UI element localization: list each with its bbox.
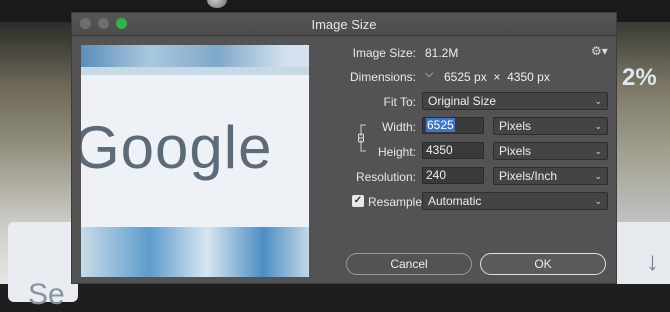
- background-canvas-left: Se: [0, 22, 78, 311]
- settings-gear-icon[interactable]: ⚙▾: [591, 44, 608, 58]
- image-size-label: Image Size:: [352, 46, 416, 60]
- dimensions-value: 6525 px × 4350 px: [444, 70, 550, 84]
- cancel-button[interactable]: Cancel: [346, 253, 472, 275]
- preview-google-text: Google: [81, 114, 273, 181]
- width-value: 6525: [426, 118, 455, 132]
- preview-top-strip: [81, 45, 309, 67]
- dimensions-label: Dimensions:: [349, 70, 416, 84]
- dialog-titlebar: Image Size: [72, 13, 616, 36]
- height-value: 4350: [426, 143, 453, 157]
- width-unit-value: Pixels: [499, 119, 532, 133]
- resolution-unit-select[interactable]: Pixels/Inch ⌄: [493, 167, 608, 185]
- dimensions-height: 4350: [507, 70, 534, 84]
- fit-to-select[interactable]: Original Size ⌄: [422, 92, 608, 110]
- resample-value: Automatic: [428, 194, 482, 208]
- dimensions-height-unit: px: [537, 70, 550, 84]
- background-canvas-right: 2% ↓: [616, 22, 670, 284]
- resample-checkbox[interactable]: ✓: [352, 195, 364, 207]
- resolution-label: Resolution:: [355, 170, 416, 184]
- width-label: Width:: [381, 120, 416, 134]
- background-search-text: Se: [28, 278, 65, 311]
- dimensions-width-unit: px: [474, 70, 487, 84]
- image-size-dialog: Image Size Google ⚙▾ Image Size: 81.2M D…: [71, 12, 617, 284]
- fit-to-value: Original Size: [428, 94, 497, 108]
- chevron-down-icon: ⌄: [594, 146, 602, 156]
- dimensions-width: 6525: [444, 70, 471, 84]
- background-percent-text: 2%: [622, 64, 657, 91]
- height-label: Height:: [377, 145, 416, 159]
- chevron-down-icon: ⌄: [594, 121, 602, 131]
- image-size-value: 81.2M: [425, 46, 459, 60]
- chevron-down-icon: ⌄: [594, 96, 602, 106]
- resolution-value: 240: [426, 168, 447, 182]
- chevron-down-icon: ⌄: [594, 196, 602, 206]
- dialog-title: Image Size: [311, 17, 377, 32]
- height-unit-value: Pixels: [499, 144, 532, 158]
- resample-select[interactable]: Automatic ⌄: [422, 192, 608, 210]
- fit-to-label: Fit To:: [383, 95, 416, 109]
- ok-button[interactable]: OK: [480, 253, 606, 275]
- dimensions-dropdown-chevron-icon[interactable]: ⌵: [425, 68, 433, 81]
- image-preview[interactable]: Google: [81, 45, 309, 277]
- width-unit-select[interactable]: Pixels ⌄: [493, 117, 608, 135]
- resolution-unit-value: Pixels/Inch: [499, 169, 558, 183]
- preview-top-band: [81, 67, 309, 75]
- dimensions-times: ×: [493, 70, 501, 84]
- preview-bottom-strip: [81, 227, 309, 277]
- background-panel: [616, 222, 670, 284]
- background-download-icon: ↓: [646, 246, 659, 276]
- height-input[interactable]: 4350: [422, 142, 484, 159]
- chevron-down-icon: ⌄: [594, 171, 602, 181]
- height-unit-select[interactable]: Pixels ⌄: [493, 142, 608, 160]
- resample-label: Resample:: [368, 195, 426, 209]
- resolution-input[interactable]: 240: [422, 167, 484, 184]
- width-input[interactable]: 6525: [422, 117, 484, 134]
